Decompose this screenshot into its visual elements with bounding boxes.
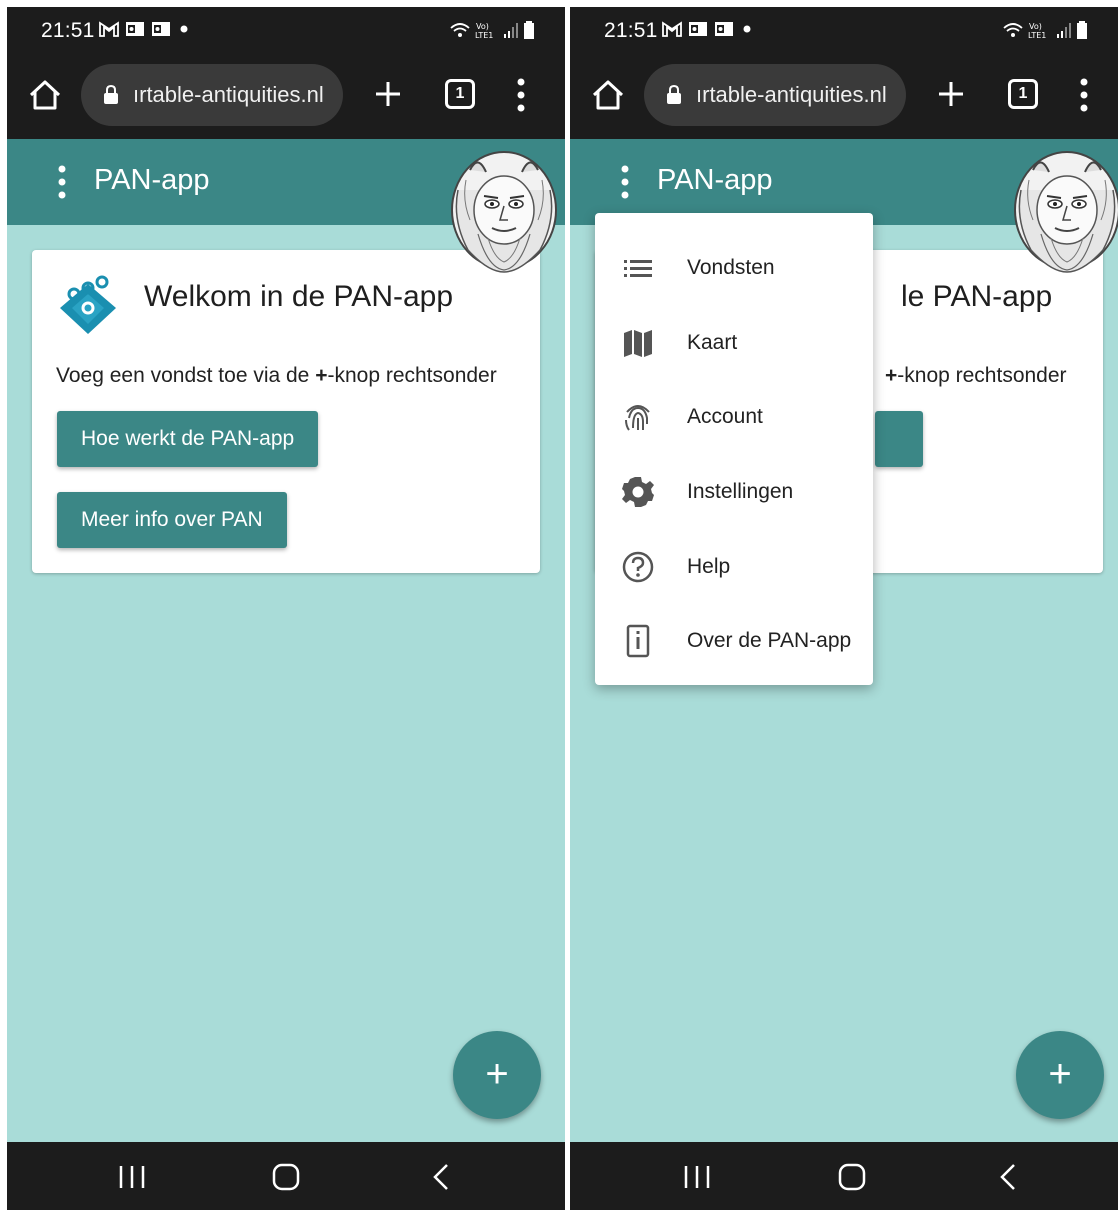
battery-icon: [524, 21, 534, 39]
lock-icon: [104, 85, 118, 104]
back-icon[interactable]: [998, 1162, 1018, 1192]
wifi-calling-icon: [450, 23, 470, 37]
outlook-icon: [715, 22, 733, 36]
tab-switcher-button[interactable]: 1: [1008, 79, 1038, 109]
back-icon[interactable]: [431, 1162, 451, 1192]
browser-menu-icon[interactable]: [513, 75, 529, 115]
phone-screen-right: 21:51 Vo) LTE1 ırtable-antiquities.nl 1 P…: [570, 7, 1118, 1210]
home-icon[interactable]: [590, 77, 626, 113]
menu-label: Account: [687, 405, 763, 429]
menu-label: Instellingen: [687, 480, 794, 504]
recents-icon[interactable]: [682, 1164, 712, 1190]
how-it-works-button[interactable]: Hoe werkt de PAN-app: [57, 411, 319, 467]
card-title: le PAN-app: [901, 280, 1053, 313]
home-nav-icon[interactable]: [837, 1162, 867, 1192]
notification-icons: [99, 21, 191, 37]
home-nav-icon[interactable]: [271, 1162, 301, 1192]
card-instruction-text: Voeg een vondst toe via de +-knop rechts…: [56, 364, 497, 387]
lock-icon: [667, 85, 681, 104]
outlook-icon: [152, 22, 170, 36]
info-icon: [626, 625, 650, 658]
address-bar[interactable]: ırtable-antiquities.nl: [644, 64, 906, 126]
browser-toolbar: ırtable-antiquities.nl 1: [570, 55, 1118, 139]
welcome-card: Welkom in de PAN-app Voeg een vondst toe…: [32, 250, 540, 573]
menu-label: Vondsten: [687, 256, 775, 280]
address-bar[interactable]: ırtable-antiquities.nl: [81, 64, 343, 126]
app-menu-dropdown: Vondsten Kaart Account Instellingen Help…: [595, 213, 873, 685]
status-bar: 21:51 Vo) LTE1: [7, 7, 565, 55]
menu-item-over[interactable]: Over de PAN-app: [595, 604, 873, 679]
menu-item-instellingen[interactable]: Instellingen: [595, 455, 873, 530]
url-text: ırtable-antiquities.nl: [696, 82, 887, 107]
new-tab-icon[interactable]: [936, 79, 966, 109]
menu-item-account[interactable]: Account: [595, 380, 873, 455]
settings-gear-icon: [622, 477, 654, 508]
system-nav-bar: [570, 1142, 1118, 1210]
map-icon: [624, 329, 652, 357]
signal-icon: [504, 23, 518, 38]
status-time: 21:51: [604, 19, 658, 42]
volte-lte-icon: Vo)LTE1: [1028, 22, 1046, 39]
system-nav-bar: [7, 1142, 565, 1210]
more-vert-icon[interactable]: [614, 163, 636, 201]
help-circle-icon: [622, 551, 654, 582]
outlook-icon: [126, 22, 144, 36]
status-time: 21:51: [41, 19, 95, 42]
notification-icons: [662, 21, 754, 37]
more-info-button[interactable]: Meer info over PAN: [57, 492, 287, 548]
menu-label: Kaart: [687, 330, 738, 354]
menu-item-vondsten[interactable]: Vondsten: [595, 231, 873, 306]
menu-item-help[interactable]: Help: [595, 529, 873, 604]
svg-text:Vo): Vo): [476, 22, 489, 31]
tab-switcher-button[interactable]: 1: [445, 79, 475, 109]
gmail-icon: [662, 21, 682, 37]
outlook-icon: [689, 22, 707, 36]
new-tab-icon[interactable]: [373, 79, 403, 109]
wifi-calling-icon: [1003, 23, 1023, 37]
list-icon: [624, 260, 652, 278]
system-icons: Vo) LTE1: [1002, 21, 1088, 39]
browser-menu-icon[interactable]: [1076, 75, 1092, 115]
home-icon[interactable]: [27, 77, 63, 113]
system-icons: Vo) LTE1: [449, 21, 535, 39]
status-bar: 21:51 Vo) LTE1: [570, 7, 1118, 55]
app-title: PAN-app: [94, 164, 210, 196]
gmail-icon: [99, 21, 119, 37]
url-text: ırtable-antiquities.nl: [133, 82, 324, 107]
card-title: Welkom in de PAN-app: [144, 280, 454, 313]
menu-label: Over de PAN-app: [687, 629, 852, 653]
signal-icon: [1057, 23, 1071, 38]
recents-icon[interactable]: [117, 1164, 147, 1190]
dot-icon: [180, 25, 188, 33]
how-it-works-button[interactable]: [875, 411, 923, 467]
add-find-fab[interactable]: +: [1016, 1031, 1104, 1119]
menu-label: Help: [687, 554, 731, 578]
card-instruction-text: +-knop rechtsonder: [885, 364, 1067, 387]
browser-toolbar: ırtable-antiquities.nl 1: [7, 55, 565, 139]
dot-icon: [743, 25, 751, 33]
app-title: PAN-app: [657, 164, 773, 196]
battery-icon: [1077, 21, 1087, 39]
add-find-fab[interactable]: +: [453, 1031, 541, 1119]
phone-screen-left: 21:51 Vo) LTE1 ırtable-antiquities.nl 1 P…: [7, 7, 565, 1210]
menu-item-kaart[interactable]: Kaart: [595, 306, 873, 381]
svg-text:LTE1: LTE1: [1028, 31, 1046, 39]
pan-faun-mascot-icon: [451, 151, 557, 273]
pan-logo-icon: [60, 275, 116, 334]
fingerprint-icon: [625, 405, 650, 432]
volte-lte-icon: Vo)LTE1: [475, 22, 493, 39]
pan-faun-mascot-icon: [1014, 151, 1118, 273]
more-vert-icon[interactable]: [51, 163, 73, 201]
svg-text:LTE1: LTE1: [475, 31, 493, 39]
svg-text:Vo): Vo): [1029, 22, 1042, 31]
